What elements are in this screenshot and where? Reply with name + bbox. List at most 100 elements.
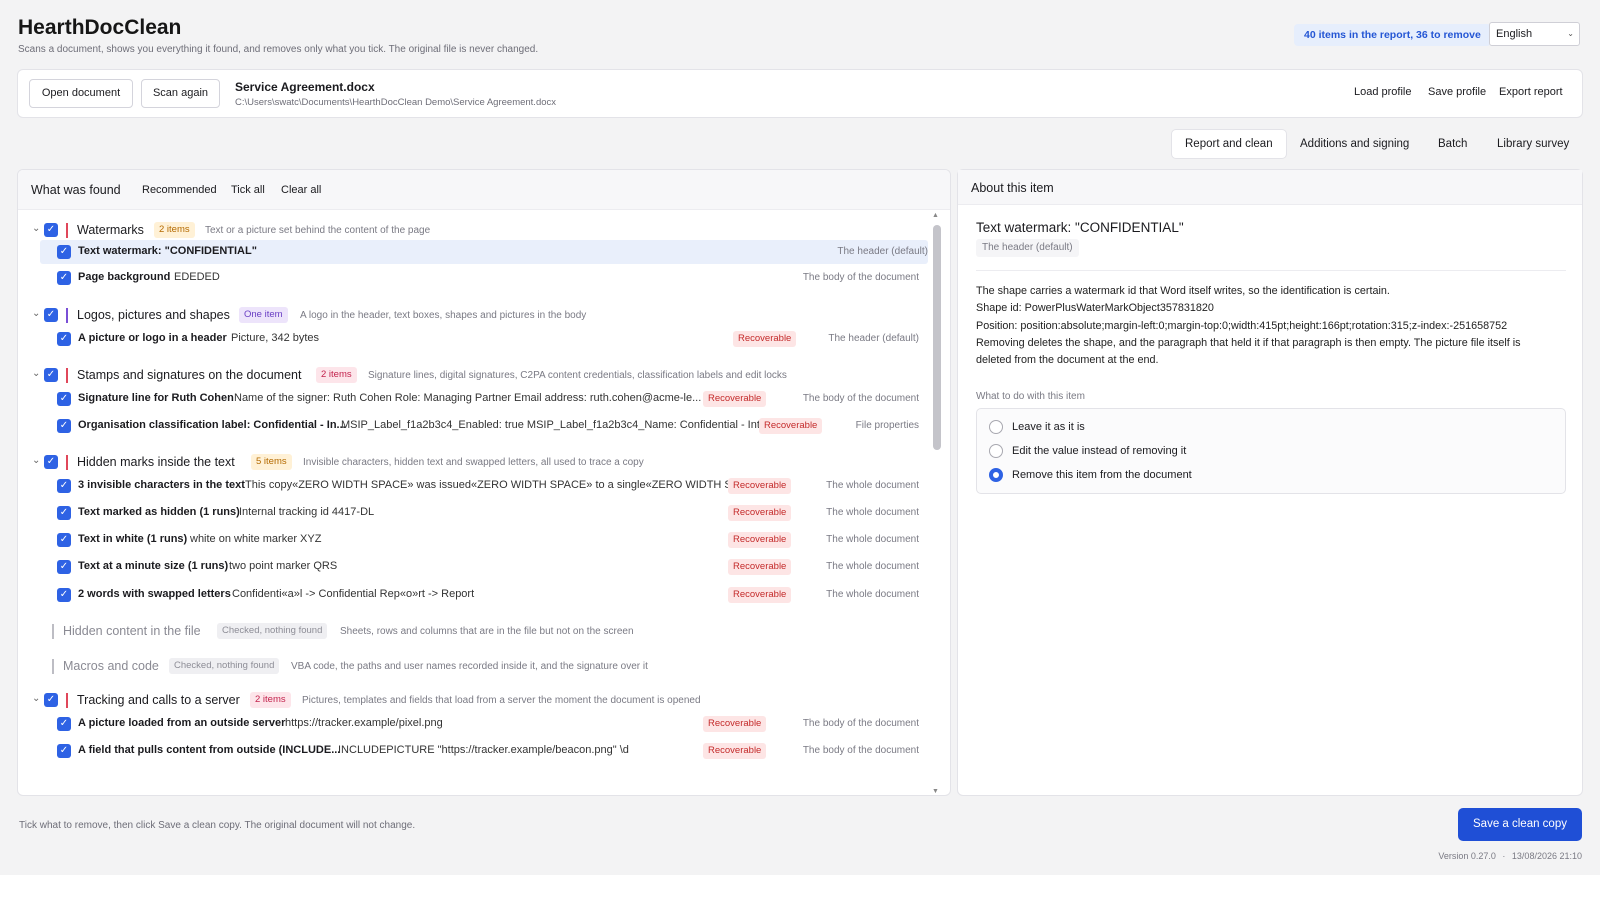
list-item[interactable]: ✓ Text at a minute size (1 runs) two poi…: [18, 555, 928, 579]
tab-library-survey[interactable]: Library survey: [1484, 129, 1582, 159]
export-report-button[interactable]: Export report: [1499, 86, 1563, 98]
version-number: Version 0.27.0: [1438, 851, 1496, 861]
item-location: The header (default): [837, 246, 928, 257]
item-checkbox[interactable]: ✓: [57, 717, 71, 731]
item-location: The body of the document: [802, 393, 919, 404]
item-value: Picture, 342 bytes: [231, 332, 320, 344]
category-count-badge: 2 items: [316, 367, 357, 383]
item-checkbox[interactable]: ✓: [57, 588, 71, 602]
category-color-bar: [66, 223, 68, 238]
item-checkbox[interactable]: ✓: [57, 245, 71, 259]
recoverable-badge: Recoverable: [733, 331, 797, 347]
list-item[interactable]: ✓ Page background EDEDED The body of the…: [18, 266, 928, 290]
list-item[interactable]: ✓ 3 invisible characters in the text Thi…: [18, 474, 928, 498]
category-color-bar: [52, 659, 54, 674]
category-watermarks[interactable]: ⌄ ✓ Watermarks 2 items Text or a picture…: [18, 218, 928, 242]
item-name: A picture or logo in a header: [78, 332, 227, 344]
item-location: File properties: [855, 420, 919, 431]
list-item[interactable]: ✓ A picture loaded from an outside serve…: [18, 712, 928, 736]
detail-line: deleted from the document at the end.: [976, 354, 1159, 366]
save-profile-button[interactable]: Save profile: [1428, 86, 1486, 98]
list-item[interactable]: ✓ Organisation classification label: Con…: [18, 414, 928, 438]
category-checkbox[interactable]: ✓: [44, 455, 58, 469]
item-checkbox[interactable]: ✓: [57, 506, 71, 520]
category-logos[interactable]: ⌄ ✓ Logos, pictures and shapes One item …: [18, 303, 928, 327]
detail-line: The shape carries a watermark id that Wo…: [976, 285, 1390, 297]
category-checkbox[interactable]: ✓: [44, 693, 58, 707]
item-checkbox[interactable]: ✓: [57, 533, 71, 547]
category-checkbox[interactable]: ✓: [44, 223, 58, 237]
category-stamps[interactable]: ⌄ ✓ Stamps and signatures on the documen…: [18, 363, 928, 387]
item-location: The whole document: [826, 507, 919, 518]
load-profile-button[interactable]: Load profile: [1354, 86, 1412, 98]
item-location: The body of the document: [802, 272, 919, 283]
tab-batch[interactable]: Batch: [1425, 129, 1480, 159]
chevron-down-icon[interactable]: ⌄: [32, 308, 40, 319]
category-status-badge: Checked, nothing found: [217, 623, 328, 639]
clear-all-button[interactable]: Clear all: [281, 184, 321, 196]
found-scrollbar[interactable]: ▲ ▼: [930, 212, 944, 795]
radio-leave[interactable]: [989, 420, 1003, 434]
chevron-down-icon[interactable]: ⌄: [32, 368, 40, 379]
tab-report-and-clean[interactable]: Report and clean: [1171, 129, 1287, 159]
list-item[interactable]: ✓ Text watermark: "CONFIDENTIAL" The hea…: [40, 240, 928, 264]
recoverable-badge: Recoverable: [703, 391, 767, 407]
item-name: Signature line for Ruth Cohen: [78, 392, 234, 404]
chevron-down-icon[interactable]: ⌄: [32, 693, 40, 704]
save-clean-copy-button[interactable]: Save a clean copy: [1458, 808, 1582, 841]
tab-additions-and-signing[interactable]: Additions and signing: [1287, 129, 1422, 159]
scroll-up-icon[interactable]: ▲: [932, 212, 939, 219]
item-value: two point marker QRS: [229, 560, 338, 572]
category-checkbox[interactable]: ✓: [44, 368, 58, 382]
item-name: A picture loaded from an outside server: [78, 717, 286, 729]
category-count-badge: 2 items: [250, 692, 291, 708]
category-macros[interactable]: Macros and code Checked, nothing found V…: [18, 654, 928, 678]
scroll-thumb[interactable]: [933, 225, 941, 450]
category-checkbox[interactable]: ✓: [44, 308, 58, 322]
tick-all-button[interactable]: Tick all: [231, 184, 265, 196]
list-item[interactable]: ✓ Text marked as hidden (1 runs) Interna…: [18, 501, 928, 525]
category-hidden-content[interactable]: Hidden content in the file Checked, noth…: [18, 619, 928, 643]
radio-edit[interactable]: [989, 444, 1003, 458]
item-value: Name of the signer: Ruth Cohen Role: Man…: [234, 392, 702, 404]
action-label: What to do with this item: [976, 391, 1085, 402]
item-checkbox[interactable]: ✓: [57, 332, 71, 346]
category-name: Hidden marks inside the text: [77, 455, 235, 469]
item-checkbox[interactable]: ✓: [57, 560, 71, 574]
chevron-down-icon: ⌄: [1567, 29, 1574, 38]
list-item[interactable]: ✓ Text in white (1 runs) white on white …: [18, 528, 928, 552]
item-location: The whole document: [826, 561, 919, 572]
item-name: A field that pulls content from outside …: [78, 744, 341, 756]
radio-remove[interactable]: [989, 468, 1003, 482]
scroll-down-icon[interactable]: ▼: [932, 788, 939, 795]
found-title: What was found: [31, 183, 121, 197]
chevron-down-icon[interactable]: ⌄: [32, 223, 40, 234]
recoverable-badge: Recoverable: [728, 587, 792, 603]
category-tracking[interactable]: ⌄ ✓ Tracking and calls to a server 2 ite…: [18, 688, 928, 712]
summary-badge[interactable]: 40 items in the report, 36 to remove: [1294, 24, 1491, 46]
list-item[interactable]: ✓ 2 words with swapped letters Confident…: [18, 583, 928, 607]
item-checkbox[interactable]: ✓: [57, 271, 71, 285]
recoverable-badge: Recoverable: [728, 478, 792, 494]
category-hidden-marks[interactable]: ⌄ ✓ Hidden marks inside the text 5 items…: [18, 450, 928, 474]
item-location: The whole document: [826, 480, 919, 491]
language-select[interactable]: English ⌄: [1489, 22, 1580, 46]
list-item[interactable]: ✓ A picture or logo in a header Picture,…: [18, 327, 928, 351]
item-checkbox[interactable]: ✓: [57, 479, 71, 493]
item-location: The whole document: [826, 589, 919, 600]
option-remove[interactable]: Remove this item from the document: [977, 457, 1565, 485]
list-item[interactable]: ✓ Signature line for Ruth Cohen Name of …: [18, 387, 928, 411]
open-document-button[interactable]: Open document: [29, 79, 133, 108]
recoverable-badge: Recoverable: [728, 559, 792, 575]
list-item[interactable]: ✓ A field that pulls content from outsid…: [18, 739, 928, 763]
category-name: Stamps and signatures on the document: [77, 368, 302, 382]
scan-again-button[interactable]: Scan again: [141, 79, 220, 108]
recoverable-badge: Recoverable: [728, 532, 792, 548]
chevron-down-icon[interactable]: ⌄: [32, 455, 40, 466]
item-checkbox[interactable]: ✓: [57, 419, 71, 433]
category-count-badge: 5 items: [251, 454, 292, 470]
item-checkbox[interactable]: ✓: [57, 744, 71, 758]
divider: [976, 270, 1566, 271]
item-checkbox[interactable]: ✓: [57, 392, 71, 406]
recommended-button[interactable]: Recommended: [142, 184, 217, 196]
